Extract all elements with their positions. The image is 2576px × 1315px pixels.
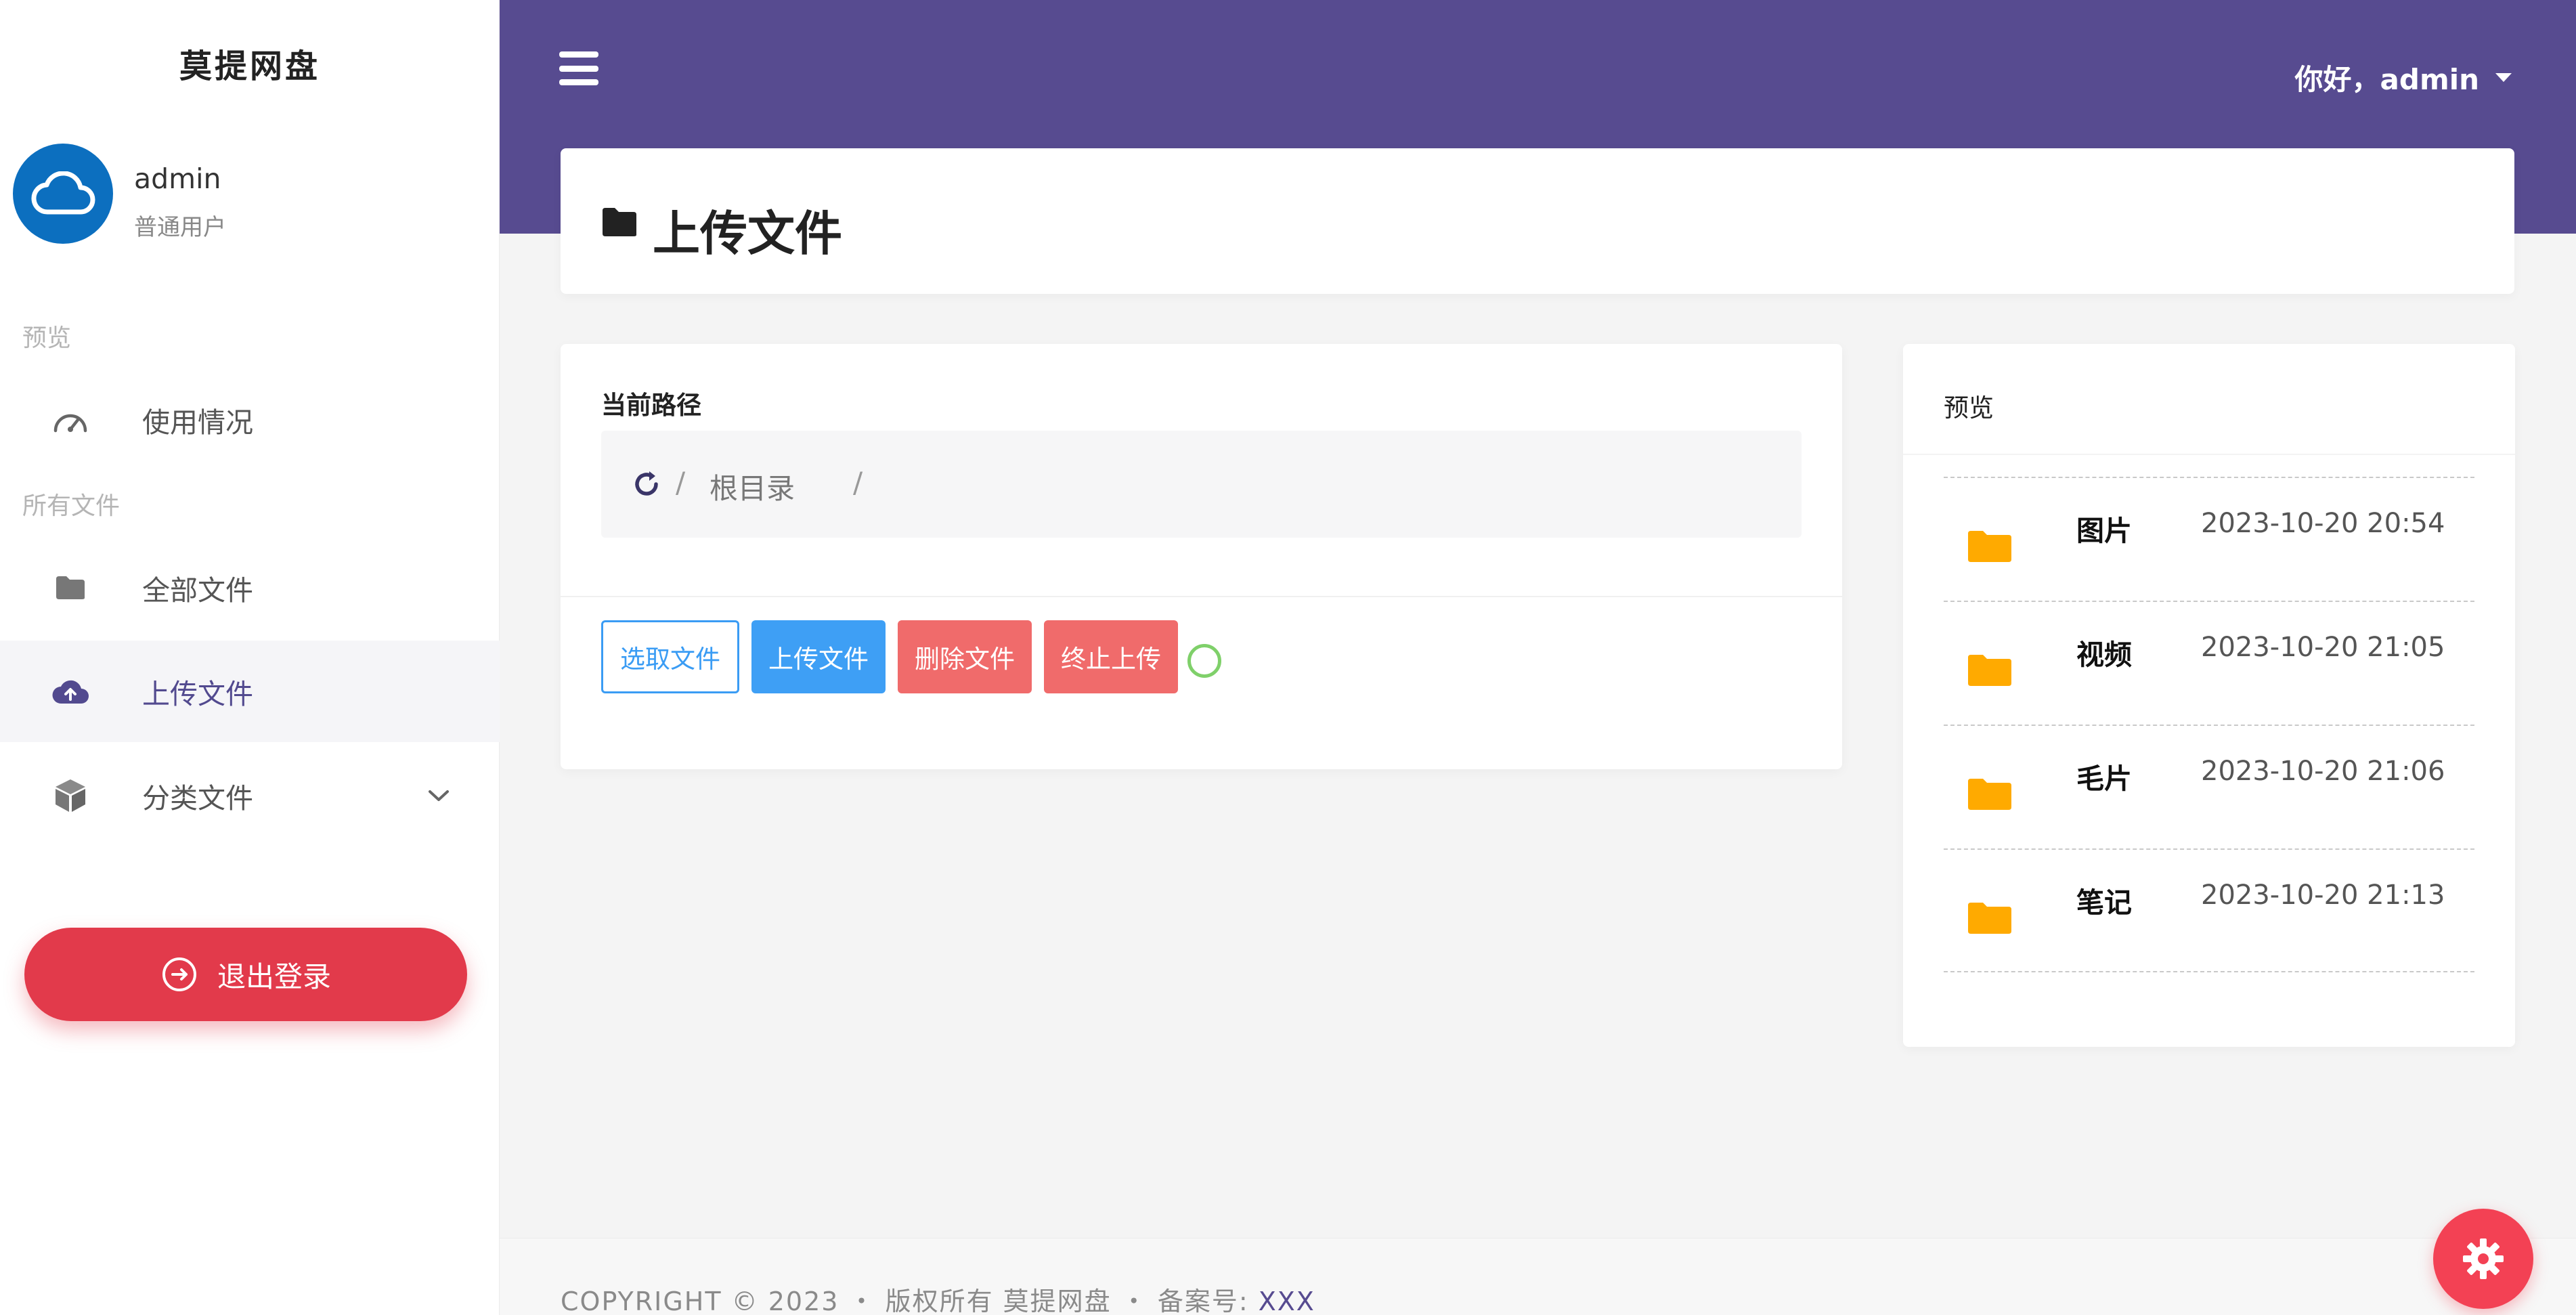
cube-icon xyxy=(50,775,91,816)
user-menu-toggle[interactable]: 你好，admin xyxy=(2295,57,2512,98)
page-title: 上传文件 xyxy=(653,206,842,261)
logout-label: 退出登录 xyxy=(217,960,331,993)
folder-name: 图片 xyxy=(2076,515,2132,547)
current-path-label: 当前路径 xyxy=(601,391,701,420)
breadcrumb-separator: / xyxy=(853,466,863,499)
sidebar-item-categories[interactable]: 分类文件 xyxy=(0,745,500,846)
footer-text: COPYRIGHT © 2023 ・ 版权所有 莫提网盘 ・ 备案号: XXX xyxy=(561,1280,1315,1315)
user-role: 普通用户 xyxy=(134,214,226,241)
caret-down-icon xyxy=(2495,73,2512,82)
preview-title: 预览 xyxy=(1944,393,1994,423)
beian-link[interactable]: XXX xyxy=(1259,1287,1315,1315)
brand-title: 莫提网盘 xyxy=(179,47,320,85)
sidebar-item-upload[interactable]: 上传文件 xyxy=(0,641,500,742)
folder-icon xyxy=(1968,655,2011,686)
folder-icon xyxy=(603,208,636,236)
folder-row[interactable]: 图片 2023-10-20 20:54 xyxy=(1944,477,2474,601)
sidebar-item-label: 上传文件 xyxy=(142,678,253,710)
dashboard-gauge-icon xyxy=(50,400,91,440)
folder-date: 2023-10-20 20:54 xyxy=(2201,508,2445,539)
folder-name: 毛片 xyxy=(2076,762,2132,795)
cloud-icon xyxy=(31,171,95,215)
sidebar-item-label: 使用情况 xyxy=(142,406,253,439)
select-file-button[interactable]: 选取文件 xyxy=(601,620,739,693)
logout-icon xyxy=(160,955,198,993)
folder-date: 2023-10-20 21:13 xyxy=(2201,880,2445,911)
gear-icon xyxy=(2463,1238,2504,1279)
folder-date: 2023-10-20 21:05 xyxy=(2201,632,2445,663)
breadcrumb: / 根目录 / xyxy=(601,431,1802,538)
avatar[interactable] xyxy=(13,144,113,244)
hamburger-menu-icon[interactable] xyxy=(559,51,598,85)
refresh-icon[interactable] xyxy=(631,469,662,500)
greeting-text: 你好，admin xyxy=(2294,63,2479,96)
divider xyxy=(561,596,1842,597)
settings-button[interactable] xyxy=(2433,1209,2533,1309)
divider xyxy=(1903,454,2515,455)
delete-file-button[interactable]: 删除文件 xyxy=(898,620,1032,693)
folder-icon xyxy=(1968,779,2011,810)
cloud-upload-icon xyxy=(50,671,91,712)
folder-name: 笔记 xyxy=(2076,886,2132,919)
folder-icon xyxy=(50,567,91,608)
folder-icon xyxy=(1968,531,2011,562)
logout-button[interactable]: 退出登录 xyxy=(24,928,467,1021)
breadcrumb-separator: / xyxy=(676,466,686,499)
footer: COPYRIGHT © 2023 ・ 版权所有 莫提网盘 ・ 备案号: XXX xyxy=(500,1238,2576,1315)
folder-date: 2023-10-20 21:06 xyxy=(2201,756,2445,787)
folder-row[interactable]: 毛片 2023-10-20 21:06 xyxy=(1944,725,2474,848)
sidebar-item-usage[interactable]: 使用情况 xyxy=(0,369,500,471)
user-name: admin xyxy=(134,163,221,195)
page-title-card: 上传文件 xyxy=(561,148,2514,294)
folder-row[interactable]: 笔记 2023-10-20 21:13 xyxy=(1944,848,2474,972)
folder-name: 视频 xyxy=(2076,639,2132,671)
upload-panel: 当前路径 / 根目录 / 选取文件 上传文件 删除文件 终止上传 xyxy=(561,344,1842,769)
sidebar-item-label: 全部文件 xyxy=(142,574,253,607)
upload-file-button[interactable]: 上传文件 xyxy=(751,620,886,693)
sidebar-item-all-files[interactable]: 全部文件 xyxy=(0,537,500,639)
folder-list: 图片 2023-10-20 20:54 视频 2023-10-20 21:05 … xyxy=(1944,477,2474,972)
preview-panel: 预览 图片 2023-10-20 20:54 视频 2023-10-20 21:… xyxy=(1903,344,2515,1047)
chevron-down-icon[interactable] xyxy=(425,782,452,809)
section-label-preview: 预览 xyxy=(22,324,72,352)
folder-row[interactable]: 视频 2023-10-20 21:05 xyxy=(1944,601,2474,725)
folder-icon xyxy=(1968,903,2011,934)
upload-status-indicator xyxy=(1187,644,1221,678)
breadcrumb-root[interactable]: 根目录 xyxy=(710,466,795,507)
stop-upload-button[interactable]: 终止上传 xyxy=(1044,620,1178,693)
sidebar: 莫提网盘 admin 普通用户 预览 使用情况 所有文件 全部文件 上传文件 分… xyxy=(0,0,500,1315)
section-label-all-files: 所有文件 xyxy=(22,492,121,520)
copyright-text: COPYRIGHT © 2023 ・ 版权所有 莫提网盘 ・ 备案号: xyxy=(561,1287,1259,1315)
sidebar-item-label: 分类文件 xyxy=(142,782,253,815)
